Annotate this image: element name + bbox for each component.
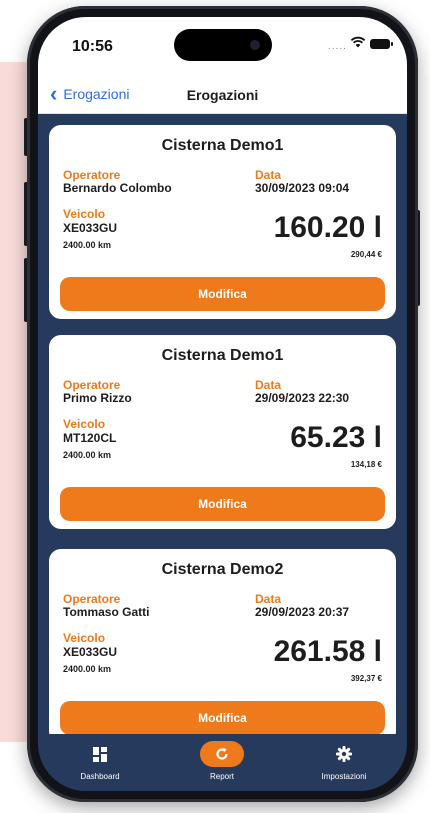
tab-bar: Dashboard Report Impostazioni bbox=[38, 735, 407, 791]
vehicle-label: Veicolo bbox=[63, 631, 106, 645]
tab-dashboard[interactable]: Dashboard bbox=[50, 741, 150, 781]
date-label: Data bbox=[255, 168, 282, 182]
refresh-icon bbox=[216, 747, 228, 760]
liters-value: 65.23 l bbox=[290, 421, 382, 454]
operator-label: Operatore bbox=[63, 592, 121, 606]
dynamic-island bbox=[174, 29, 272, 61]
operator-value: Primo Rizzo bbox=[63, 391, 132, 405]
dispense-card: Cisterna Demo2 Operatore Tommaso Gatti D… bbox=[49, 549, 396, 734]
tank-name: Cisterna Demo2 bbox=[161, 561, 284, 578]
modify-button[interactable]: Modifica bbox=[60, 701, 385, 734]
euro-value: 290,44 € bbox=[350, 250, 382, 259]
vehicle-km: 2400.00 km bbox=[63, 240, 112, 250]
vehicle-label: Veicolo bbox=[63, 207, 106, 221]
date-value: 29/09/2023 22:30 bbox=[255, 391, 350, 405]
signal-icon: ..... bbox=[328, 41, 347, 52]
vehicle-km: 2400.00 km bbox=[63, 664, 112, 674]
tab-label: Impostazioni bbox=[321, 772, 367, 781]
battery-icon bbox=[370, 39, 393, 49]
tab-label: Report bbox=[209, 772, 234, 781]
vehicle-plate: XE033GU bbox=[63, 221, 118, 235]
liters-value: 261.58 l bbox=[273, 635, 382, 668]
status-time: 10:56 bbox=[72, 38, 113, 55]
vehicle-plate: XE033GU bbox=[63, 645, 118, 659]
dispense-card: Cisterna Demo1 Operatore Bernardo Colomb… bbox=[49, 125, 396, 319]
tab-report[interactable]: Report bbox=[172, 741, 272, 781]
navigation-bar: ‹ Erogazioni Erogazioni bbox=[38, 77, 407, 114]
operator-value: Bernardo Colombo bbox=[63, 181, 172, 195]
wifi-icon bbox=[350, 36, 366, 48]
gear-icon bbox=[336, 746, 352, 762]
tab-label: Dashboard bbox=[80, 772, 120, 781]
date-label: Data bbox=[255, 378, 282, 392]
date-value: 30/09/2023 09:04 bbox=[255, 181, 350, 195]
page-title: Erogazioni bbox=[186, 87, 259, 103]
tank-name: Cisterna Demo1 bbox=[161, 347, 284, 364]
vehicle-plate: MT120CL bbox=[63, 431, 117, 445]
vehicle-km: 2400.00 km bbox=[63, 450, 112, 460]
phone-screen: 10:56 ..... ‹ Erogazioni Erogazioni Cist… bbox=[38, 17, 407, 791]
vehicle-label: Veicolo bbox=[63, 417, 106, 431]
dispense-card: Cisterna Demo1 Operatore Primo Rizzo Dat… bbox=[49, 335, 396, 529]
modify-button[interactable]: Modifica bbox=[60, 487, 385, 521]
euro-value: 392,37 € bbox=[350, 674, 382, 683]
date-value: 29/09/2023 20:37 bbox=[255, 605, 350, 619]
phone-frame: 10:56 ..... ‹ Erogazioni Erogazioni Cist… bbox=[27, 6, 418, 802]
active-tab-indicator bbox=[200, 741, 244, 767]
tab-impostazioni[interactable]: Impostazioni bbox=[294, 741, 394, 781]
liters-value: 160.20 l bbox=[273, 211, 382, 244]
operator-label: Operatore bbox=[63, 168, 121, 182]
grid-icon bbox=[93, 747, 107, 762]
dispense-list[interactable]: Cisterna Demo1 Operatore Bernardo Colomb… bbox=[38, 114, 407, 734]
operator-value: Tommaso Gatti bbox=[63, 605, 150, 619]
tank-name: Cisterna Demo1 bbox=[161, 137, 284, 154]
operator-label: Operatore bbox=[63, 378, 121, 392]
date-label: Data bbox=[255, 592, 282, 606]
status-bar: 10:56 ..... bbox=[38, 17, 407, 77]
euro-value: 134,18 € bbox=[350, 460, 382, 469]
modify-button[interactable]: Modifica bbox=[60, 277, 385, 311]
camera-icon bbox=[250, 40, 260, 50]
